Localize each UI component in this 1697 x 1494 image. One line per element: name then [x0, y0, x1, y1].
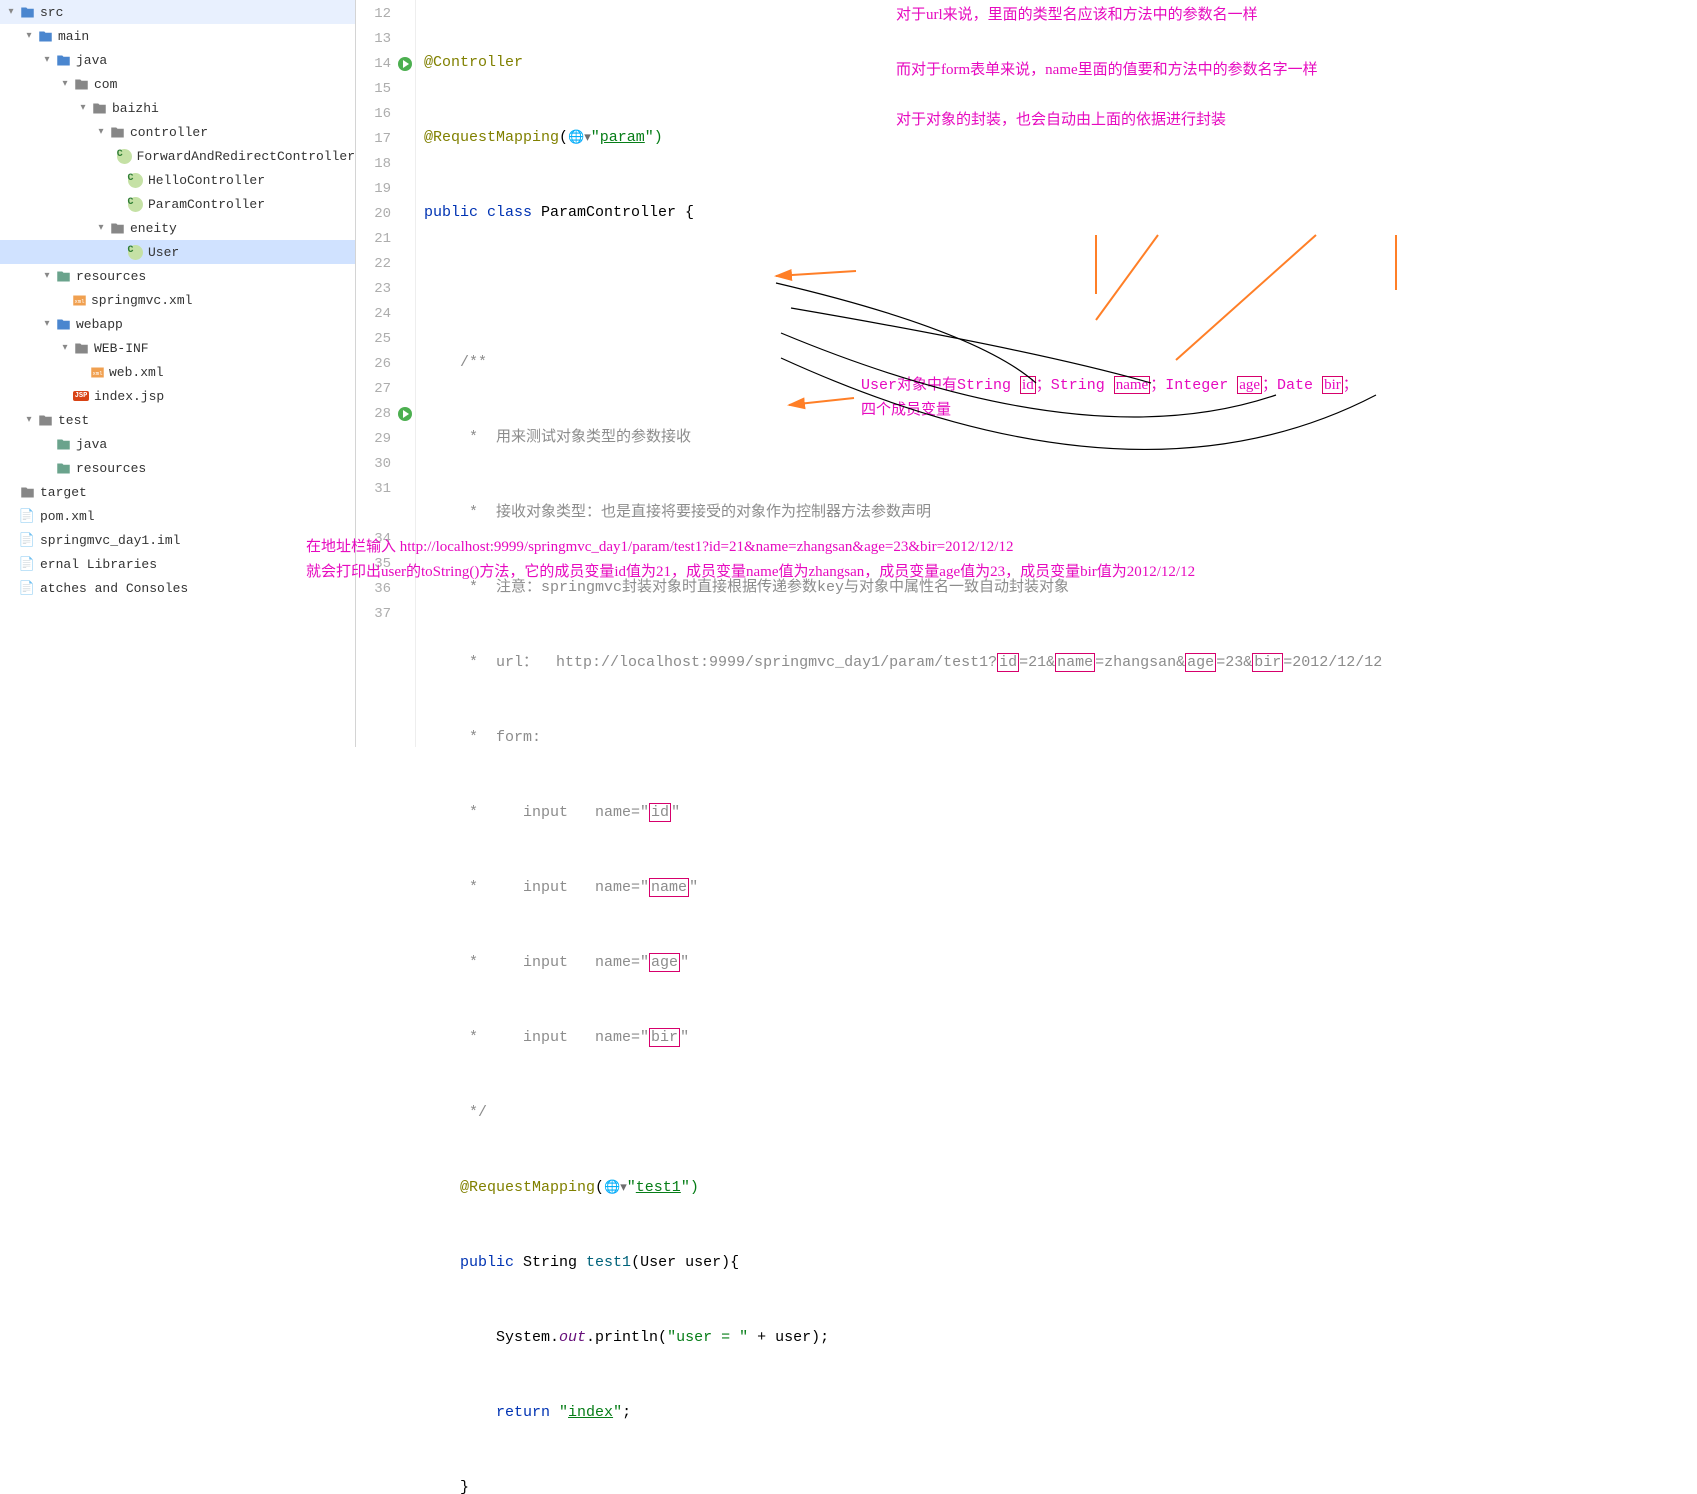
tree-item-springmvc-xml[interactable]: xml springmvc.xml: [0, 288, 355, 312]
line-number: 23: [356, 277, 415, 302]
project-tree[interactable]: ▾ src ▾ main ▾ java ▾ com ▾ baizhi ▾ controller CFor…: [0, 0, 356, 747]
tree-label: ParamController: [148, 197, 265, 212]
tree-label: ForwardAndRedirectController: [137, 149, 355, 164]
tree-item-src[interactable]: ▾ src: [0, 0, 355, 24]
tree-label: src: [40, 5, 63, 20]
tree-item-springmvc_day1-iml[interactable]: 📄springmvc_day1.iml: [0, 528, 355, 552]
tree-label: main: [58, 29, 89, 44]
tree-item-forwardandredirectcontroller[interactable]: CForwardAndRedirectController: [0, 144, 355, 168]
line-number: 22: [356, 252, 415, 277]
tree-item-hellocontroller[interactable]: CHelloController: [0, 168, 355, 192]
line-number: 12: [356, 2, 415, 27]
tree-item-user[interactable]: CUser: [0, 240, 355, 264]
expand-icon[interactable]: ▾: [94, 222, 108, 234]
line-gutter: 1213141516171819202122232425262728293031…: [356, 0, 416, 747]
tree-label: springmvc_day1.iml: [40, 533, 180, 548]
tree-item-main[interactable]: ▾ main: [0, 24, 355, 48]
tree-label: WEB-INF: [94, 341, 149, 356]
tree-item-ernal-libraries[interactable]: 📄ernal Libraries: [0, 552, 355, 576]
line-number: 29: [356, 427, 415, 452]
expand-icon[interactable]: ▾: [94, 126, 108, 138]
tree-label: springmvc.xml: [91, 293, 192, 308]
code-editor[interactable]: 1213141516171819202122232425262728293031…: [356, 0, 1697, 747]
tree-label: ernal Libraries: [40, 557, 157, 572]
tree-label: com: [94, 77, 117, 92]
tree-item-java[interactable]: ▾ java: [0, 48, 355, 72]
line-number: 34: [356, 527, 415, 552]
line-number: 13: [356, 27, 415, 52]
tree-label: eneity: [130, 221, 177, 236]
tree-item-baizhi[interactable]: ▾ baizhi: [0, 96, 355, 120]
annotation-controller: @Controller: [424, 54, 523, 71]
tree-item-resources[interactable]: ▾ resources: [0, 264, 355, 288]
tree-label: java: [76, 437, 107, 452]
line-number: 28: [356, 402, 415, 427]
tree-label: resources: [76, 461, 146, 476]
tree-label: webapp: [76, 317, 123, 332]
expand-icon[interactable]: ▾: [76, 102, 90, 114]
run-gutter-icon[interactable]: [397, 406, 413, 422]
line-number: 31: [356, 477, 415, 502]
line-number: 25: [356, 327, 415, 352]
expand-icon[interactable]: ▾: [40, 270, 54, 282]
line-number: 37: [356, 602, 415, 627]
tree-item-com[interactable]: ▾ com: [0, 72, 355, 96]
tree-label: HelloController: [148, 173, 265, 188]
svg-text:xml: xml: [74, 298, 85, 305]
annotation-requestmapping: @RequestMapping: [424, 129, 559, 146]
line-number: 18: [356, 152, 415, 177]
tree-label: pom.xml: [40, 509, 95, 524]
svg-text:xml: xml: [92, 370, 103, 377]
tree-item-webapp[interactable]: ▾ webapp: [0, 312, 355, 336]
tree-label: baizhi: [112, 101, 159, 116]
tree-item-atches-and-consoles[interactable]: 📄atches and Consoles: [0, 576, 355, 600]
tree-item-pom-xml[interactable]: 📄pom.xml: [0, 504, 355, 528]
line-number: 26: [356, 352, 415, 377]
line-number: 14: [356, 52, 415, 77]
expand-icon[interactable]: ▾: [4, 6, 18, 18]
line-number: 17: [356, 127, 415, 152]
tree-item-web-xml[interactable]: xml web.xml: [0, 360, 355, 384]
tree-item-resources[interactable]: resources: [0, 456, 355, 480]
line-number: 19: [356, 177, 415, 202]
tree-label: target: [40, 485, 87, 500]
expand-icon[interactable]: ▾: [40, 318, 54, 330]
tree-item-java[interactable]: java: [0, 432, 355, 456]
line-number: 24: [356, 302, 415, 327]
code-area[interactable]: @Controller @RequestMapping(🌐▾"param") p…: [416, 0, 1697, 747]
line-number: 21: [356, 227, 415, 252]
tree-label: web.xml: [109, 365, 164, 380]
line-number: [356, 502, 415, 527]
tree-item-web-inf[interactable]: ▾ WEB-INF: [0, 336, 355, 360]
line-number: 35: [356, 552, 415, 577]
globe-icon[interactable]: 🌐▾: [568, 130, 591, 145]
tree-label: test: [58, 413, 89, 428]
tree-label: java: [76, 53, 107, 68]
tree-label: User: [148, 245, 179, 260]
tree-item-controller[interactable]: ▾ controller: [0, 120, 355, 144]
line-number: 27: [356, 377, 415, 402]
tree-item-test[interactable]: ▾ test: [0, 408, 355, 432]
expand-icon[interactable]: ▾: [58, 78, 72, 90]
tree-label: controller: [130, 125, 208, 140]
line-number: 16: [356, 102, 415, 127]
globe-icon[interactable]: 🌐▾: [604, 1180, 627, 1195]
expand-icon[interactable]: ▾: [58, 342, 72, 354]
line-number: 15: [356, 77, 415, 102]
tree-label: resources: [76, 269, 146, 284]
line-number: 20: [356, 202, 415, 227]
tree-label: index.jsp: [94, 389, 164, 404]
expand-icon[interactable]: ▾: [40, 54, 54, 66]
tree-item-index-jsp[interactable]: JSPindex.jsp: [0, 384, 355, 408]
run-gutter-icon[interactable]: [397, 56, 413, 72]
expand-icon[interactable]: ▾: [22, 30, 36, 42]
tree-item-paramcontroller[interactable]: CParamController: [0, 192, 355, 216]
line-number: 30: [356, 452, 415, 477]
tree-item-target[interactable]: target: [0, 480, 355, 504]
tree-label: atches and Consoles: [40, 581, 188, 596]
tree-item-eneity[interactable]: ▾ eneity: [0, 216, 355, 240]
expand-icon[interactable]: ▾: [22, 414, 36, 426]
line-number: 36: [356, 577, 415, 602]
